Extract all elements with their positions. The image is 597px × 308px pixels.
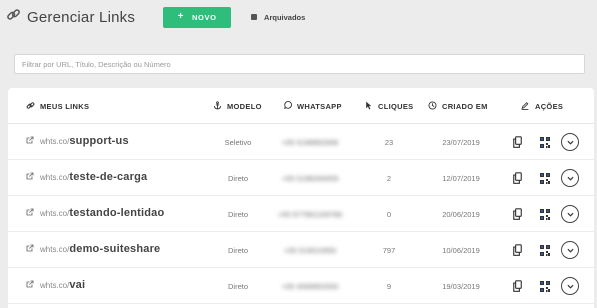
link-slug[interactable]: vai bbox=[69, 279, 85, 291]
qr-code-icon[interactable] bbox=[540, 243, 550, 261]
qr-code-icon[interactable] bbox=[540, 171, 550, 189]
whatsapp-number: +55 5198892696 bbox=[281, 138, 339, 147]
link-cell[interactable]: whts.co/demo-suiteshare bbox=[26, 243, 160, 255]
link-slug[interactable]: teste-de-carga bbox=[69, 171, 147, 183]
anchor-icon bbox=[213, 101, 227, 112]
chevron-down-circle-icon[interactable] bbox=[561, 241, 579, 259]
links-table: MEUS LINKS MODELO WHATSAPP CLIQUES CRIAD… bbox=[8, 88, 594, 308]
title-group: Gerenciar Links bbox=[6, 7, 135, 27]
whatsapp-number: +55 519010950 bbox=[283, 246, 337, 255]
new-link-button[interactable]: + NOVO bbox=[163, 6, 232, 28]
chevron-down-circle-icon[interactable] bbox=[561, 133, 579, 151]
created-date: 20/06/2019 bbox=[442, 210, 480, 219]
column-label: WHATSAPP bbox=[297, 102, 342, 111]
new-link-button-label: NOVO bbox=[192, 12, 217, 22]
chevron-down-circle-icon[interactable] bbox=[561, 277, 579, 295]
copy-icon[interactable] bbox=[513, 279, 522, 297]
column-label: MODELO bbox=[227, 102, 262, 111]
archived-link[interactable]: Arquivados bbox=[251, 13, 305, 22]
link-icon bbox=[6, 7, 21, 27]
edit-icon bbox=[520, 101, 535, 112]
column-header-acoes: AÇÕES bbox=[520, 101, 563, 112]
link-icon bbox=[26, 101, 40, 112]
whatsapp-number: +55 5198269459 bbox=[281, 174, 339, 183]
link-domain: whts.co/ bbox=[40, 244, 70, 254]
modelo-cell: Direto bbox=[227, 246, 248, 255]
column-header-criado[interactable]: CRIADO EM bbox=[428, 101, 488, 112]
qr-code-icon[interactable] bbox=[540, 207, 550, 225]
column-header-links[interactable]: MEUS LINKS bbox=[26, 101, 89, 112]
clicks-count: 797 bbox=[382, 246, 396, 255]
link-slug[interactable]: demo-suiteshare bbox=[69, 243, 160, 255]
column-header-cliques[interactable]: CLIQUES bbox=[365, 101, 413, 112]
copy-icon[interactable] bbox=[513, 243, 522, 261]
link-cell[interactable]: whts.co/testando-lentidao bbox=[26, 207, 164, 219]
copy-icon[interactable] bbox=[513, 207, 522, 225]
plus-icon: + bbox=[177, 11, 185, 22]
cursor-icon bbox=[365, 101, 378, 112]
created-date: 19/03/2019 bbox=[442, 282, 480, 291]
table-header: MEUS LINKS MODELO WHATSAPP CLIQUES CRIAD… bbox=[8, 88, 594, 124]
chevron-down-circle-icon[interactable] bbox=[561, 169, 579, 187]
whatsapp-icon bbox=[283, 101, 297, 112]
link-cell[interactable]: whts.co/teste-de-carga bbox=[26, 171, 147, 183]
link-domain: whts.co/ bbox=[40, 280, 70, 290]
link-domain: whts.co/ bbox=[40, 208, 70, 218]
column-header-modelo[interactable]: MODELO bbox=[213, 101, 262, 112]
column-header-whatsapp[interactable]: WHATSAPP bbox=[283, 101, 342, 112]
archive-icon bbox=[251, 14, 258, 20]
column-label: CLIQUES bbox=[378, 102, 414, 111]
table-row: whts.co/teste-de-carga Direto +55 519826… bbox=[8, 160, 594, 196]
created-date: 23/07/2019 bbox=[442, 138, 480, 147]
chevron-down-circle-icon[interactable] bbox=[561, 205, 579, 223]
copy-icon[interactable] bbox=[513, 135, 522, 153]
page-title: Gerenciar Links bbox=[27, 8, 136, 26]
modelo-cell: Direto bbox=[227, 282, 248, 291]
whatsapp-number: +55 4599952000 bbox=[281, 282, 339, 291]
qr-code-icon[interactable] bbox=[540, 279, 550, 297]
modelo-cell: Direto bbox=[227, 174, 248, 183]
external-link-icon[interactable] bbox=[26, 172, 40, 182]
clicks-count: 0 bbox=[386, 210, 392, 219]
external-link-icon[interactable] bbox=[26, 244, 40, 254]
link-cell[interactable]: whts.co/vai bbox=[26, 279, 85, 291]
external-link-icon[interactable] bbox=[26, 280, 40, 290]
external-link-icon[interactable] bbox=[26, 136, 40, 146]
link-cell[interactable]: whts.co/support-us bbox=[26, 135, 129, 147]
column-label: CRIADO EM bbox=[442, 102, 488, 111]
clicks-count: 23 bbox=[384, 138, 394, 147]
link-domain: whts.co/ bbox=[40, 172, 70, 182]
column-label: AÇÕES bbox=[535, 102, 564, 111]
clicks-count: 9 bbox=[386, 282, 392, 291]
whatsapp-number: +55 977961169786 bbox=[277, 210, 343, 219]
qr-code-icon[interactable] bbox=[540, 135, 550, 153]
modelo-cell: Direto bbox=[227, 210, 248, 219]
column-label: MEUS LINKS bbox=[40, 102, 90, 111]
link-slug[interactable]: support-us bbox=[69, 135, 128, 147]
archived-label: Arquivados bbox=[264, 12, 306, 22]
external-link-icon[interactable] bbox=[26, 208, 40, 218]
table-row: whts.co/support-us Seletivo +55 51988926… bbox=[8, 124, 594, 160]
table-row: whts.co/testando-lentidao Direto +55 977… bbox=[8, 196, 594, 232]
created-date: 12/07/2019 bbox=[442, 174, 480, 183]
clicks-count: 2 bbox=[386, 174, 392, 183]
table-row: whts.co/demo-suiteshare Direto +55 51901… bbox=[8, 232, 594, 268]
filter-input[interactable] bbox=[14, 54, 585, 74]
link-domain: whts.co/ bbox=[40, 136, 70, 146]
modelo-cell: Seletivo bbox=[224, 138, 252, 147]
table-row: whts.co/vai Direto +55 4599952000 9 19/0… bbox=[8, 268, 594, 304]
created-date: 10/06/2019 bbox=[442, 246, 480, 255]
top-bar: Gerenciar Links + NOVO Arquivados bbox=[0, 0, 597, 34]
link-slug[interactable]: testando-lentidao bbox=[69, 207, 164, 219]
copy-icon[interactable] bbox=[513, 171, 522, 189]
clock-icon bbox=[428, 101, 442, 112]
